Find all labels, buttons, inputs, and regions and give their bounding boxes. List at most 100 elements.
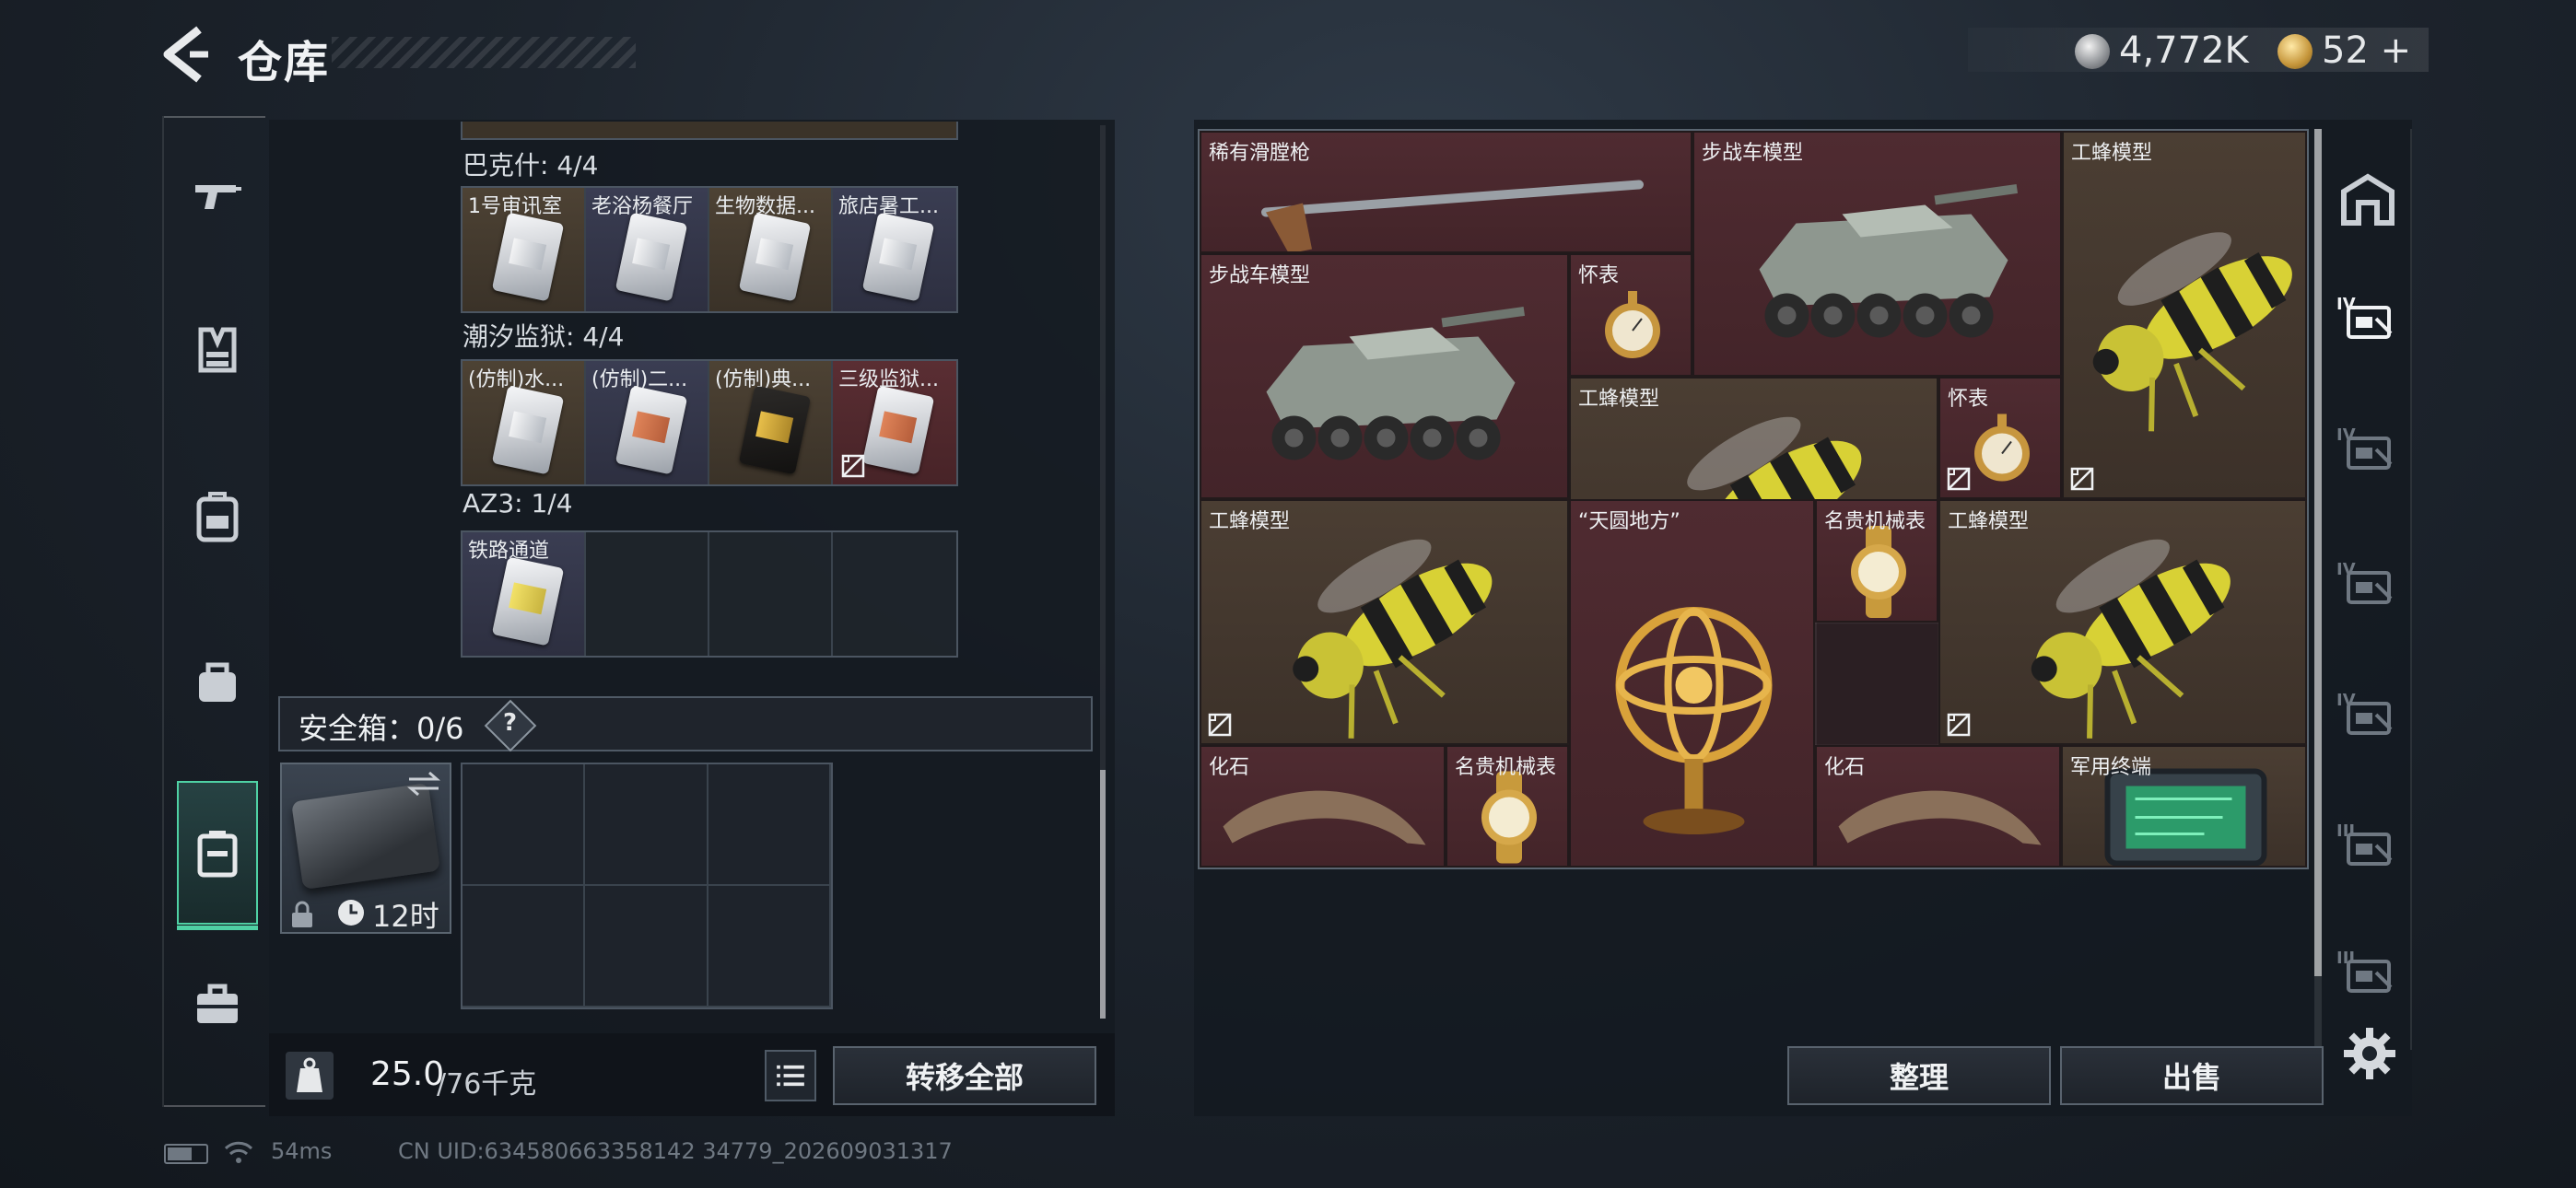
unbind-icon	[1946, 466, 1972, 492]
stash-item-name: 步战车模型	[1702, 142, 1804, 165]
stash-item[interactable]: 稀有滑膛枪	[1200, 131, 1692, 253]
key-card-image	[491, 212, 565, 302]
gear-icon[interactable]	[2340, 1024, 2399, 1083]
secure-case-duration: 12时	[372, 899, 439, 934]
add-currency-button[interactable]: +	[2381, 29, 2412, 72]
ifv-image	[1694, 133, 2060, 375]
stash-item[interactable]: 工蜂模型	[1200, 499, 1569, 745]
stash-item[interactable]: 名贵机械表	[1446, 745, 1569, 868]
key-card-slot[interactable]: (仿制)二...	[586, 361, 709, 484]
base-icon[interactable]	[2331, 162, 2405, 236]
key-card-name: 铁路通道	[468, 540, 550, 563]
stash-item-name: 怀表	[1578, 264, 1620, 287]
key-card-slot[interactable]: 老浴杨餐厅	[586, 188, 709, 311]
key-card-name: (仿制)二...	[591, 368, 688, 391]
list-view-icon[interactable]	[765, 1050, 816, 1101]
empty-slot[interactable]	[709, 532, 833, 656]
stash-item[interactable]: 怀表	[1938, 377, 2062, 499]
keycard-tier-4-icon[interactable]: IV	[2331, 549, 2405, 623]
key-card-image	[615, 385, 688, 475]
title-decoration	[332, 37, 636, 68]
stash-item-name: 工蜂模型	[1578, 388, 1660, 411]
tier-label: IV	[2336, 560, 2356, 579]
tier-label: IV	[2336, 295, 2356, 314]
key-card-slot[interactable]: (仿制)典...	[709, 361, 833, 484]
unbind-icon	[2069, 466, 2095, 492]
secure-box-grid[interactable]	[461, 763, 833, 1009]
tier-label: III	[2336, 821, 2356, 841]
key-row-tidal-prison: (仿制)水... (仿制)二... (仿制)典... 三级监狱...	[461, 359, 958, 486]
stash-scrollbar-thumb[interactable]	[2314, 129, 2322, 976]
key-card-name: 三级监狱...	[838, 368, 939, 391]
backpack-icon[interactable]	[177, 475, 258, 556]
ifv-image	[1201, 255, 1567, 497]
document-tier-4-icon[interactable]: IV	[2331, 680, 2405, 753]
back-arrow-icon[interactable]	[158, 24, 214, 85]
swap-icon[interactable]	[405, 770, 442, 798]
key-card-slot[interactable]: 旅店暑工...	[833, 188, 956, 311]
stash-item[interactable]: 步战车模型	[1692, 131, 2062, 377]
clock-icon	[338, 900, 364, 926]
stash-item[interactable]: “天圆地方”	[1569, 499, 1815, 868]
tier-label: IV	[2336, 691, 2356, 710]
key-card-image	[861, 385, 935, 475]
stash-item-name: 稀有滑膛枪	[1209, 142, 1311, 165]
key-card-image	[615, 212, 688, 302]
unbind-icon	[1946, 712, 1972, 738]
group-label-bakhsh: 巴克什: 4/4	[463, 150, 599, 181]
key-card-slot[interactable]: 生物数据...	[709, 188, 833, 311]
toolbox-icon[interactable]	[177, 963, 258, 1044]
key-card-slot[interactable]: 三级监狱...	[833, 361, 956, 484]
key-row-az3: 铁路通道	[461, 530, 958, 658]
key-card-slot[interactable]: 铁路通道	[463, 532, 586, 656]
weapon-icon[interactable]	[177, 155, 258, 236]
stash-item[interactable]: 化石	[1815, 745, 2061, 868]
globe-image	[1571, 501, 1813, 866]
weight-current: 25.0	[370, 1055, 445, 1093]
gold-coin-icon	[2277, 34, 2313, 69]
bag-icon[interactable]	[177, 641, 258, 722]
backpack-scrollbar-thumb[interactable]	[1100, 770, 1106, 1019]
lock-icon	[292, 901, 312, 927]
stash-item[interactable]: 工蜂模型	[1938, 499, 2307, 745]
empty-slot[interactable]	[833, 532, 956, 656]
keycard-tier-3-icon[interactable]: III	[2331, 810, 2405, 884]
group-label-az3: AZ3: 1/4	[463, 488, 573, 518]
key-card-slot[interactable]: 1号审讯室	[463, 188, 586, 311]
bee-image	[2064, 133, 2305, 497]
keycard-tier-3-icon[interactable]: III	[2331, 938, 2405, 1011]
keycard-tier-4-icon[interactable]: IV	[2331, 414, 2405, 488]
stash-item-name: “天圆地方”	[1578, 510, 1680, 533]
tier-label: III	[2336, 949, 2356, 968]
stash-item-name: 化石	[1824, 756, 1866, 779]
scrolled-row-edge	[461, 122, 958, 140]
stash-item-name: 怀表	[1948, 388, 1989, 411]
stash-item[interactable]: 化石	[1200, 745, 1446, 868]
gold-amount[interactable]: 52 +	[2322, 29, 2411, 72]
keycard-tier-4-icon[interactable]: IV	[2331, 284, 2405, 357]
sell-button[interactable]: 出售	[2060, 1046, 2324, 1105]
key-card-slot[interactable]: (仿制)水...	[463, 361, 586, 484]
armor-icon[interactable]	[177, 309, 258, 390]
secure-case-icon[interactable]	[177, 781, 258, 930]
silver-amount: 4,772K	[2119, 29, 2249, 72]
stash-item[interactable]: 名贵机械表	[1815, 499, 1938, 623]
stash-item-name: 名贵机械表	[1824, 510, 1926, 533]
bee-image	[1940, 501, 2305, 743]
stash-item[interactable]: 工蜂模型	[2062, 131, 2307, 499]
key-card-image	[861, 212, 935, 302]
stash-item[interactable]: 怀表	[1569, 253, 1692, 377]
stash-item[interactable]: 军用终端	[2061, 745, 2307, 868]
sort-button[interactable]: 整理	[1787, 1046, 2051, 1105]
empty-slot[interactable]	[586, 532, 709, 656]
key-card-image	[738, 212, 812, 302]
silver-coin-icon	[2075, 34, 2110, 69]
transfer-all-button[interactable]: 转移全部	[833, 1046, 1096, 1105]
battery-icon	[164, 1144, 208, 1164]
stash-item-name: 工蜂模型	[1209, 510, 1291, 533]
help-icon: ?	[503, 709, 518, 737]
key-row-bakhsh: 1号审讯室 老浴杨餐厅 生物数据... 旅店暑工...	[461, 186, 958, 313]
gold-amount-value: 52	[2322, 29, 2369, 72]
stash-item-name: 军用终端	[2070, 756, 2152, 779]
stash-item[interactable]: 步战车模型	[1200, 253, 1569, 499]
